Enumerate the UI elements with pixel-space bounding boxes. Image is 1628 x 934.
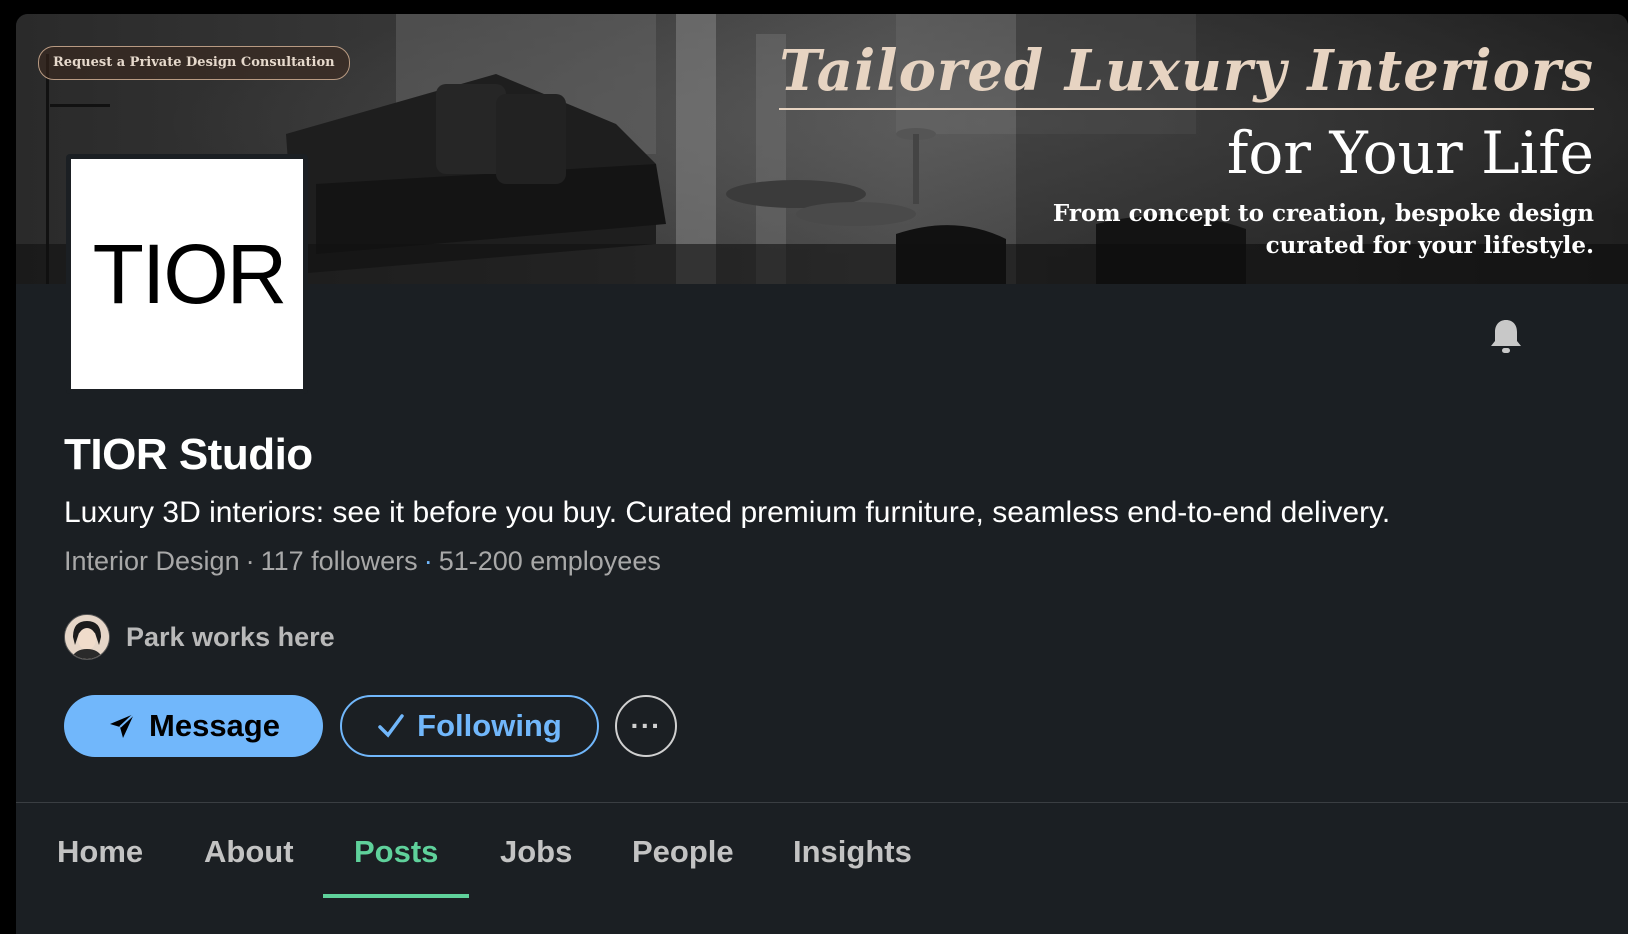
tab-insights[interactable]: Insights (793, 804, 912, 900)
company-tabs: Home About Posts Jobs People Insights (16, 804, 1628, 900)
active-tab-indicator (323, 894, 469, 898)
separator-dot: · (423, 546, 433, 576)
bell-icon (1486, 316, 1526, 361)
company-tagline: Luxury 3D interiors: see it before you b… (64, 496, 1391, 529)
company-page-card: Request a Private Design Consultation Ta… (16, 14, 1628, 934)
checkmark-icon (377, 712, 405, 740)
company-meta: Interior Design · 117 followers · 51-200 emp… (64, 546, 661, 577)
avatar (64, 614, 110, 660)
divider (16, 802, 1628, 803)
employee-count[interactable]: 51-200 employees (439, 546, 661, 576)
industry: Interior Design (64, 546, 240, 576)
connection-works-here[interactable]: Park works here (64, 614, 335, 660)
tab-people[interactable]: People (632, 804, 734, 900)
more-options-button[interactable]: ··· (615, 695, 677, 757)
paper-plane-icon (107, 711, 137, 741)
following-button[interactable]: Following (340, 695, 599, 757)
following-label: Following (417, 708, 562, 743)
logo-text: TIOR (92, 226, 288, 321)
tab-about[interactable]: About (204, 804, 294, 900)
banner-headline: Tailored Luxury Interiors (779, 36, 1594, 110)
banner-subheadline: for Your Life (1226, 119, 1594, 187)
company-logo[interactable]: TIOR (66, 154, 308, 394)
tab-posts[interactable]: Posts (354, 804, 438, 900)
company-logo-image: TIOR (71, 159, 303, 389)
tab-jobs[interactable]: Jobs (500, 804, 572, 900)
separator-dot: · (245, 546, 255, 576)
tab-home[interactable]: Home (57, 804, 143, 900)
banner-tagline-line1: From concept to creation, bespoke design (1052, 200, 1594, 227)
consultation-pill: Request a Private Design Consultation (38, 46, 350, 80)
company-name: TIOR Studio (64, 430, 313, 479)
message-button[interactable]: Message (64, 695, 323, 757)
message-label: Message (149, 708, 280, 743)
works-here-text: Park works here (126, 621, 335, 652)
ellipsis-icon: ··· (630, 710, 662, 741)
banner-tagline: From concept to creation, bespoke design… (1034, 198, 1594, 262)
banner-tagline-line2: curated for your lifestyle. (1265, 232, 1594, 259)
notification-bell-button[interactable] (1482, 314, 1530, 362)
followers-count[interactable]: 117 followers (261, 546, 418, 576)
